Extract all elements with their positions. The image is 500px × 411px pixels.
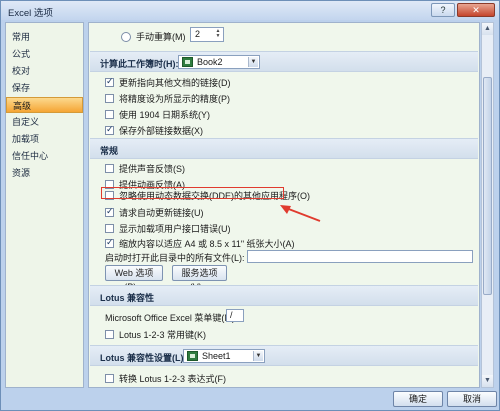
save-external-links-checkbox[interactable]	[105, 124, 114, 135]
scale-paper-checkbox[interactable]	[105, 237, 114, 248]
help-button[interactable]: ?	[431, 3, 455, 17]
option-show-addin-errors[interactable]: 显示加载项用户接口错误(U)	[105, 222, 231, 235]
sidebar-item-general[interactable]: 常用	[6, 29, 83, 45]
lotus-settings-section-label: Lotus 兼容性设置(L):	[100, 353, 187, 363]
dropdown-arrow-icon[interactable]: ▼	[248, 57, 258, 67]
excel-options-dialog: Excel 选项 ? ✕ 常用 公式 校对 保存 高级 自定义 加载项 信任中心…	[0, 0, 500, 411]
sound-feedback-checkbox[interactable]	[105, 164, 114, 173]
sidebar-item-formulas[interactable]: 公式	[6, 46, 83, 62]
option-save-external-link-values[interactable]: 保存外部链接数据(X)	[105, 124, 203, 137]
web-options-button[interactable]: Web 选项(P)...	[105, 265, 163, 292]
startup-folder-label: 启动时打开此目录中的所有文件(L):	[105, 253, 245, 263]
workbook-select[interactable]: Book2 ▼	[178, 55, 260, 69]
date-1904-checkbox[interactable]	[105, 110, 114, 119]
general-section: 常规	[90, 138, 478, 159]
workbook-calc-section: 计算此工作簿时(H): Book2 ▼	[90, 51, 478, 72]
content-scrollbar[interactable]: ▲ ▼	[481, 22, 494, 388]
option-ask-update-links[interactable]: 请求自动更新链接(U)	[105, 206, 204, 219]
options-content-panel: 手动重算(M) 2 ▲▼ 计算此工作簿时(H): Book2 ▼ 更新指向其他文…	[88, 22, 480, 388]
lotus-menu-key-input[interactable]: /	[226, 309, 244, 322]
option-lotus-nav-keys[interactable]: Lotus 1-2-3 常用键(K)	[105, 328, 206, 341]
lotus-nav-keys-checkbox[interactable]	[105, 330, 114, 339]
manual-recalc-row: 手动重算(M)	[121, 30, 186, 43]
lotus-formula-label: 转换 Lotus 1-2-3 表达式(F)	[119, 374, 227, 384]
annotation-arrow-icon	[280, 205, 321, 222]
sound-feedback-label: 提供声音反馈(S)	[119, 164, 185, 174]
option-scale-to-paper[interactable]: 缩放内容以适应 A4 或 8.5 x 11" 纸张大小(A)	[105, 237, 295, 250]
option-lotus-formula-entry[interactable]: 转换 Lotus 1-2-3 表达式(F)	[105, 372, 226, 385]
addin-errors-checkbox[interactable]	[105, 224, 114, 233]
options-sidebar: 常用 公式 校对 保存 高级 自定义 加载项 信任中心 资源	[5, 22, 84, 388]
title-bar: Excel 选项 ? ✕	[1, 1, 499, 20]
spinner-arrows-icon[interactable]: ▲ ▼	[214, 29, 222, 40]
sidebar-item-addins[interactable]: 加载项	[6, 131, 83, 147]
scale-paper-label: 缩放内容以适应 A4 或 8.5 x 11" 纸张大小(A)	[119, 239, 295, 249]
dropdown-arrow-icon[interactable]: ▼	[253, 351, 263, 361]
option-precision-as-displayed[interactable]: 将精度设为所显示的精度(P)	[105, 92, 230, 105]
service-options-button[interactable]: 服务选项(V)...	[172, 265, 227, 292]
precision-checkbox[interactable]	[105, 94, 114, 103]
lotus-compat-section: Lotus 兼容性	[90, 285, 478, 306]
sidebar-item-trust-center[interactable]: 信任中心	[6, 148, 83, 164]
startup-folder-input[interactable]	[247, 250, 473, 263]
option-ignore-dde[interactable]: 忽略使用动态数据交换(DDE)的其他应用程序(O)	[105, 189, 310, 202]
sheet-select[interactable]: Sheet1 ▼	[183, 349, 265, 363]
cancel-button[interactable]: 取消	[447, 391, 497, 407]
manual-recalc-label: 手动重算(M)	[136, 32, 186, 42]
workbook-calc-section-label: 计算此工作簿时(H):	[100, 59, 179, 69]
startup-folder-row: 启动时打开此目录中的所有文件(L):	[105, 251, 245, 264]
lotus-formula-checkbox[interactable]	[105, 374, 114, 383]
lotus-menu-key-label: Microsoft Office Excel 菜单键(M):	[105, 313, 238, 323]
lotus-menu-key-row: Microsoft Office Excel 菜单键(M):	[105, 311, 237, 324]
sidebar-item-proofing[interactable]: 校对	[6, 63, 83, 79]
workbook-icon	[182, 57, 193, 67]
save-external-links-label: 保存外部链接数据(X)	[119, 126, 203, 136]
update-links-checkbox[interactable]	[105, 76, 114, 87]
date-1904-label: 使用 1904 日期系统(Y)	[119, 110, 211, 120]
recalc-count-spinner[interactable]: 2 ▲ ▼	[190, 27, 224, 42]
sidebar-item-advanced[interactable]: 高级	[6, 97, 83, 113]
recalc-count-value: 2	[195, 29, 201, 39]
ask-update-links-label: 请求自动更新链接(U)	[119, 208, 204, 218]
workbook-select-value: Book2	[197, 57, 223, 67]
scroll-down-icon[interactable]: ▼	[482, 375, 493, 387]
scroll-thumb[interactable]	[483, 77, 492, 295]
scroll-up-icon[interactable]: ▲	[482, 23, 493, 35]
general-section-label: 常规	[100, 146, 119, 156]
lotus-nav-keys-label: Lotus 1-2-3 常用键(K)	[119, 330, 207, 340]
sidebar-item-save[interactable]: 保存	[6, 80, 83, 96]
lotus-settings-section: Lotus 兼容性设置(L): Sheet1 ▼	[90, 345, 478, 366]
precision-label: 将精度设为所显示的精度(P)	[119, 94, 230, 104]
window-title: Excel 选项	[8, 8, 53, 19]
ignore-dde-checkbox[interactable]	[105, 191, 114, 200]
sidebar-item-customize[interactable]: 自定义	[6, 114, 83, 130]
option-update-links[interactable]: 更新指向其他文档的链接(D)	[105, 76, 231, 89]
addin-errors-label: 显示加载项用户接口错误(U)	[119, 224, 231, 234]
ask-update-links-checkbox[interactable]	[105, 206, 114, 217]
animation-feedback-checkbox[interactable]	[105, 180, 114, 189]
close-button[interactable]: ✕	[457, 3, 495, 17]
update-links-label: 更新指向其他文档的链接(D)	[119, 78, 231, 88]
sidebar-item-resources[interactable]: 资源	[6, 165, 83, 181]
sheet-icon	[187, 351, 198, 361]
option-1904-date-system[interactable]: 使用 1904 日期系统(Y)	[105, 108, 210, 121]
manual-recalc-radio[interactable]	[121, 31, 131, 42]
sheet-select-value: Sheet1	[202, 351, 231, 361]
lotus-compat-section-label: Lotus 兼容性	[100, 293, 154, 303]
window-controls: ? ✕	[431, 3, 495, 17]
ok-button[interactable]: 确定	[393, 391, 443, 407]
ignore-dde-label: 忽略使用动态数据交换(DDE)的其他应用程序(O)	[119, 191, 310, 201]
option-sound-feedback[interactable]: 提供声音反馈(S)	[105, 162, 185, 175]
